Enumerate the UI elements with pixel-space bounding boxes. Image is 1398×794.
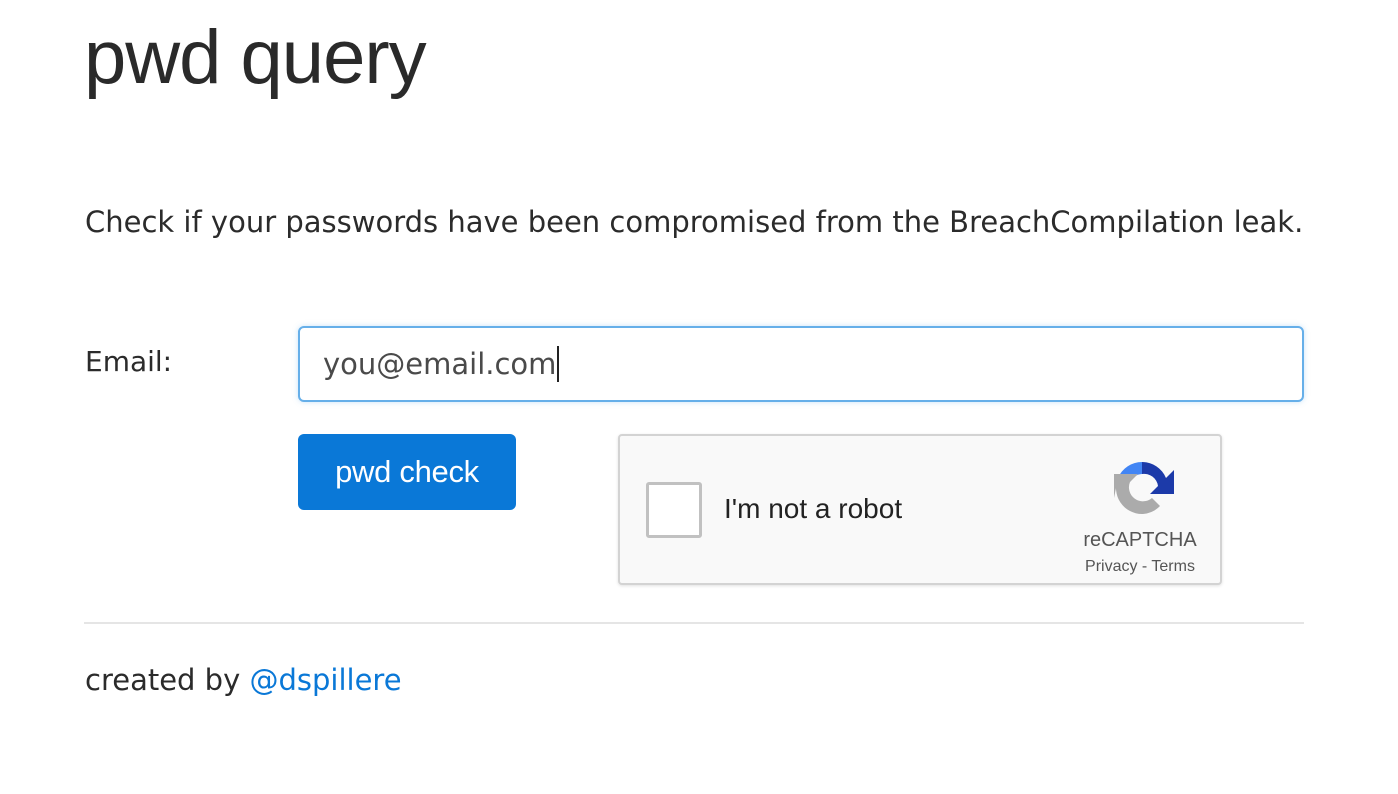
- recaptcha-privacy-link[interactable]: Privacy: [1085, 558, 1137, 575]
- pwd-check-button[interactable]: pwd check: [298, 434, 516, 510]
- recaptcha-brand: reCAPTCHA: [1083, 529, 1197, 551]
- intro-text: Check if your passwords have been compro…: [85, 205, 1304, 239]
- recaptcha-checkbox[interactable]: [646, 482, 702, 538]
- recaptcha-logo-icon: [1114, 462, 1174, 514]
- footer: created by @dspillere: [85, 660, 402, 700]
- footer-prefix: created by: [85, 663, 250, 697]
- recaptcha-separator: -: [1137, 558, 1152, 575]
- recaptcha-label: I'm not a robot: [724, 493, 903, 524]
- recaptcha-terms-link[interactable]: Terms: [1151, 558, 1195, 575]
- text-caret: [557, 346, 560, 382]
- divider: [84, 622, 1304, 624]
- author-link[interactable]: @dspillere: [249, 663, 401, 697]
- email-input-value: you@email.com: [323, 346, 560, 382]
- email-label: Email:: [85, 345, 173, 378]
- recaptcha-legal-links: Privacy - Terms: [1060, 557, 1220, 577]
- recaptcha-widget: I'm not a robot reCAPTCHA Privacy - Term…: [618, 434, 1222, 585]
- page-title: pwd query: [84, 15, 427, 100]
- email-input[interactable]: you@email.com: [298, 326, 1304, 402]
